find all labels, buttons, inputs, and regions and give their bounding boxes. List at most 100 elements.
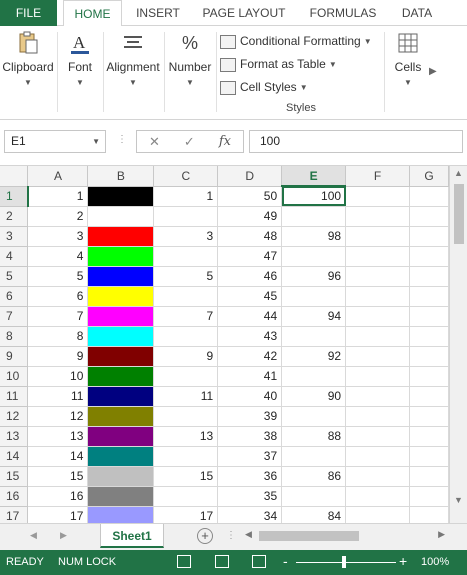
cell-d[interactable]: 44: [217, 306, 283, 327]
cancel-icon[interactable]: ✕: [149, 134, 160, 150]
cell-f[interactable]: [345, 186, 410, 207]
tab-data[interactable]: DATA: [392, 0, 442, 26]
font-group[interactable]: A Font ▼: [60, 30, 100, 87]
cell-a[interactable]: 10: [27, 366, 89, 387]
cell-a[interactable]: 2: [27, 206, 89, 227]
cell-c[interactable]: [153, 446, 219, 467]
column-header-a[interactable]: A: [27, 166, 89, 187]
cell-f[interactable]: [345, 246, 410, 267]
cell-c[interactable]: [153, 286, 219, 307]
cell-f[interactable]: [345, 406, 410, 427]
cell-g[interactable]: [409, 466, 449, 487]
formula-input[interactable]: 100: [249, 130, 463, 153]
cell-c[interactable]: 17: [153, 506, 219, 523]
cell-b[interactable]: [87, 446, 155, 467]
cell-styles-button[interactable]: Cell Styles ▼: [220, 76, 378, 99]
cell-d[interactable]: 50: [217, 186, 283, 207]
cell-c[interactable]: 1: [153, 186, 219, 207]
cell-c[interactable]: 5: [153, 266, 219, 287]
cell-d[interactable]: 37: [217, 446, 283, 467]
cell-f[interactable]: [345, 286, 410, 307]
scroll-thumb[interactable]: [259, 531, 359, 541]
spreadsheet-grid[interactable]: A B C D E F G 1 1 1 50 100 2 2 49 3 3 3 48 98 4 4 47 5 5 5…: [0, 166, 449, 523]
page-break-view-icon[interactable]: [252, 555, 266, 568]
cell-e[interactable]: [281, 486, 347, 507]
cell-b[interactable]: [87, 206, 155, 227]
cell-b[interactable]: [87, 366, 155, 387]
cell-a[interactable]: 6: [27, 286, 89, 307]
row-header[interactable]: 3: [0, 226, 29, 247]
format-as-table-button[interactable]: Format as Table ▼: [220, 53, 378, 76]
scroll-thumb[interactable]: [454, 184, 464, 244]
scroll-up-icon[interactable]: ▲: [454, 168, 463, 178]
cell-g[interactable]: [409, 506, 449, 523]
row-header[interactable]: 14: [0, 446, 29, 467]
row-header[interactable]: 1: [0, 186, 29, 207]
column-header-f[interactable]: F: [345, 166, 410, 187]
cell-c[interactable]: 11: [153, 386, 219, 407]
prev-sheet-icon[interactable]: ◀: [30, 530, 37, 541]
cell-a[interactable]: 13: [27, 426, 89, 447]
tab-page-layout[interactable]: PAGE LAYOUT: [194, 0, 294, 26]
cell-f[interactable]: [345, 446, 410, 467]
page-layout-view-icon[interactable]: [215, 555, 229, 568]
cell-e[interactable]: 88: [281, 426, 347, 447]
cell-b[interactable]: [87, 286, 155, 307]
cell-d[interactable]: 38: [217, 426, 283, 447]
clipboard-group[interactable]: Clipboard ▼: [2, 30, 54, 87]
cell-e[interactable]: 92: [281, 346, 347, 367]
cell-d[interactable]: 39: [217, 406, 283, 427]
column-header-b[interactable]: B: [87, 166, 155, 187]
cell-a[interactable]: 1: [27, 186, 89, 207]
cell-d[interactable]: 46: [217, 266, 283, 287]
tab-file[interactable]: FILE: [0, 0, 57, 26]
row-header[interactable]: 7: [0, 306, 29, 327]
cell-f[interactable]: [345, 466, 410, 487]
cell-c[interactable]: 3: [153, 226, 219, 247]
cell-e[interactable]: [281, 406, 347, 427]
scroll-down-icon[interactable]: ▼: [454, 495, 463, 505]
cells-group[interactable]: Cells ▼: [388, 30, 428, 87]
cell-a[interactable]: 7: [27, 306, 89, 327]
chevron-right-icon[interactable]: ▶: [429, 66, 437, 77]
number-group[interactable]: % Number ▼: [166, 30, 214, 88]
cell-f[interactable]: [345, 226, 410, 247]
cell-e[interactable]: [281, 246, 347, 267]
cell-g[interactable]: [409, 406, 449, 427]
cell-a[interactable]: 3: [27, 226, 89, 247]
cell-d[interactable]: 47: [217, 246, 283, 267]
cell-e[interactable]: [281, 206, 347, 227]
cell-f[interactable]: [345, 206, 410, 227]
row-header[interactable]: 13: [0, 426, 29, 447]
cell-b[interactable]: [87, 346, 155, 367]
tab-insert[interactable]: INSERT: [128, 0, 188, 26]
next-sheet-icon[interactable]: ▶: [60, 530, 67, 541]
cell-b[interactable]: [87, 386, 155, 407]
cell-c[interactable]: 15: [153, 466, 219, 487]
cell-b[interactable]: [87, 406, 155, 427]
cell-g[interactable]: [409, 206, 449, 227]
cell-a[interactable]: 16: [27, 486, 89, 507]
cell-g[interactable]: [409, 306, 449, 327]
cell-e[interactable]: 100: [281, 186, 347, 207]
cell-c[interactable]: [153, 486, 219, 507]
zoom-out-icon[interactable]: -: [283, 553, 288, 569]
cell-b[interactable]: [87, 186, 155, 207]
cell-e[interactable]: 84: [281, 506, 347, 523]
horizontal-scrollbar[interactable]: ◀ ▶: [245, 529, 445, 543]
check-icon[interactable]: ✓: [184, 134, 195, 150]
vertical-scrollbar[interactable]: ▲ ▼: [449, 166, 467, 523]
cell-f[interactable]: [345, 346, 410, 367]
cell-b[interactable]: [87, 306, 155, 327]
cell-c[interactable]: [153, 406, 219, 427]
tab-formulas[interactable]: FORMULAS: [300, 0, 386, 26]
cell-g[interactable]: [409, 246, 449, 267]
cell-g[interactable]: [409, 366, 449, 387]
cell-d[interactable]: 48: [217, 226, 283, 247]
cell-g[interactable]: [409, 186, 449, 207]
cell-g[interactable]: [409, 286, 449, 307]
cell-b[interactable]: [87, 506, 155, 523]
cell-f[interactable]: [345, 306, 410, 327]
cell-b[interactable]: [87, 466, 155, 487]
cell-e[interactable]: [281, 446, 347, 467]
